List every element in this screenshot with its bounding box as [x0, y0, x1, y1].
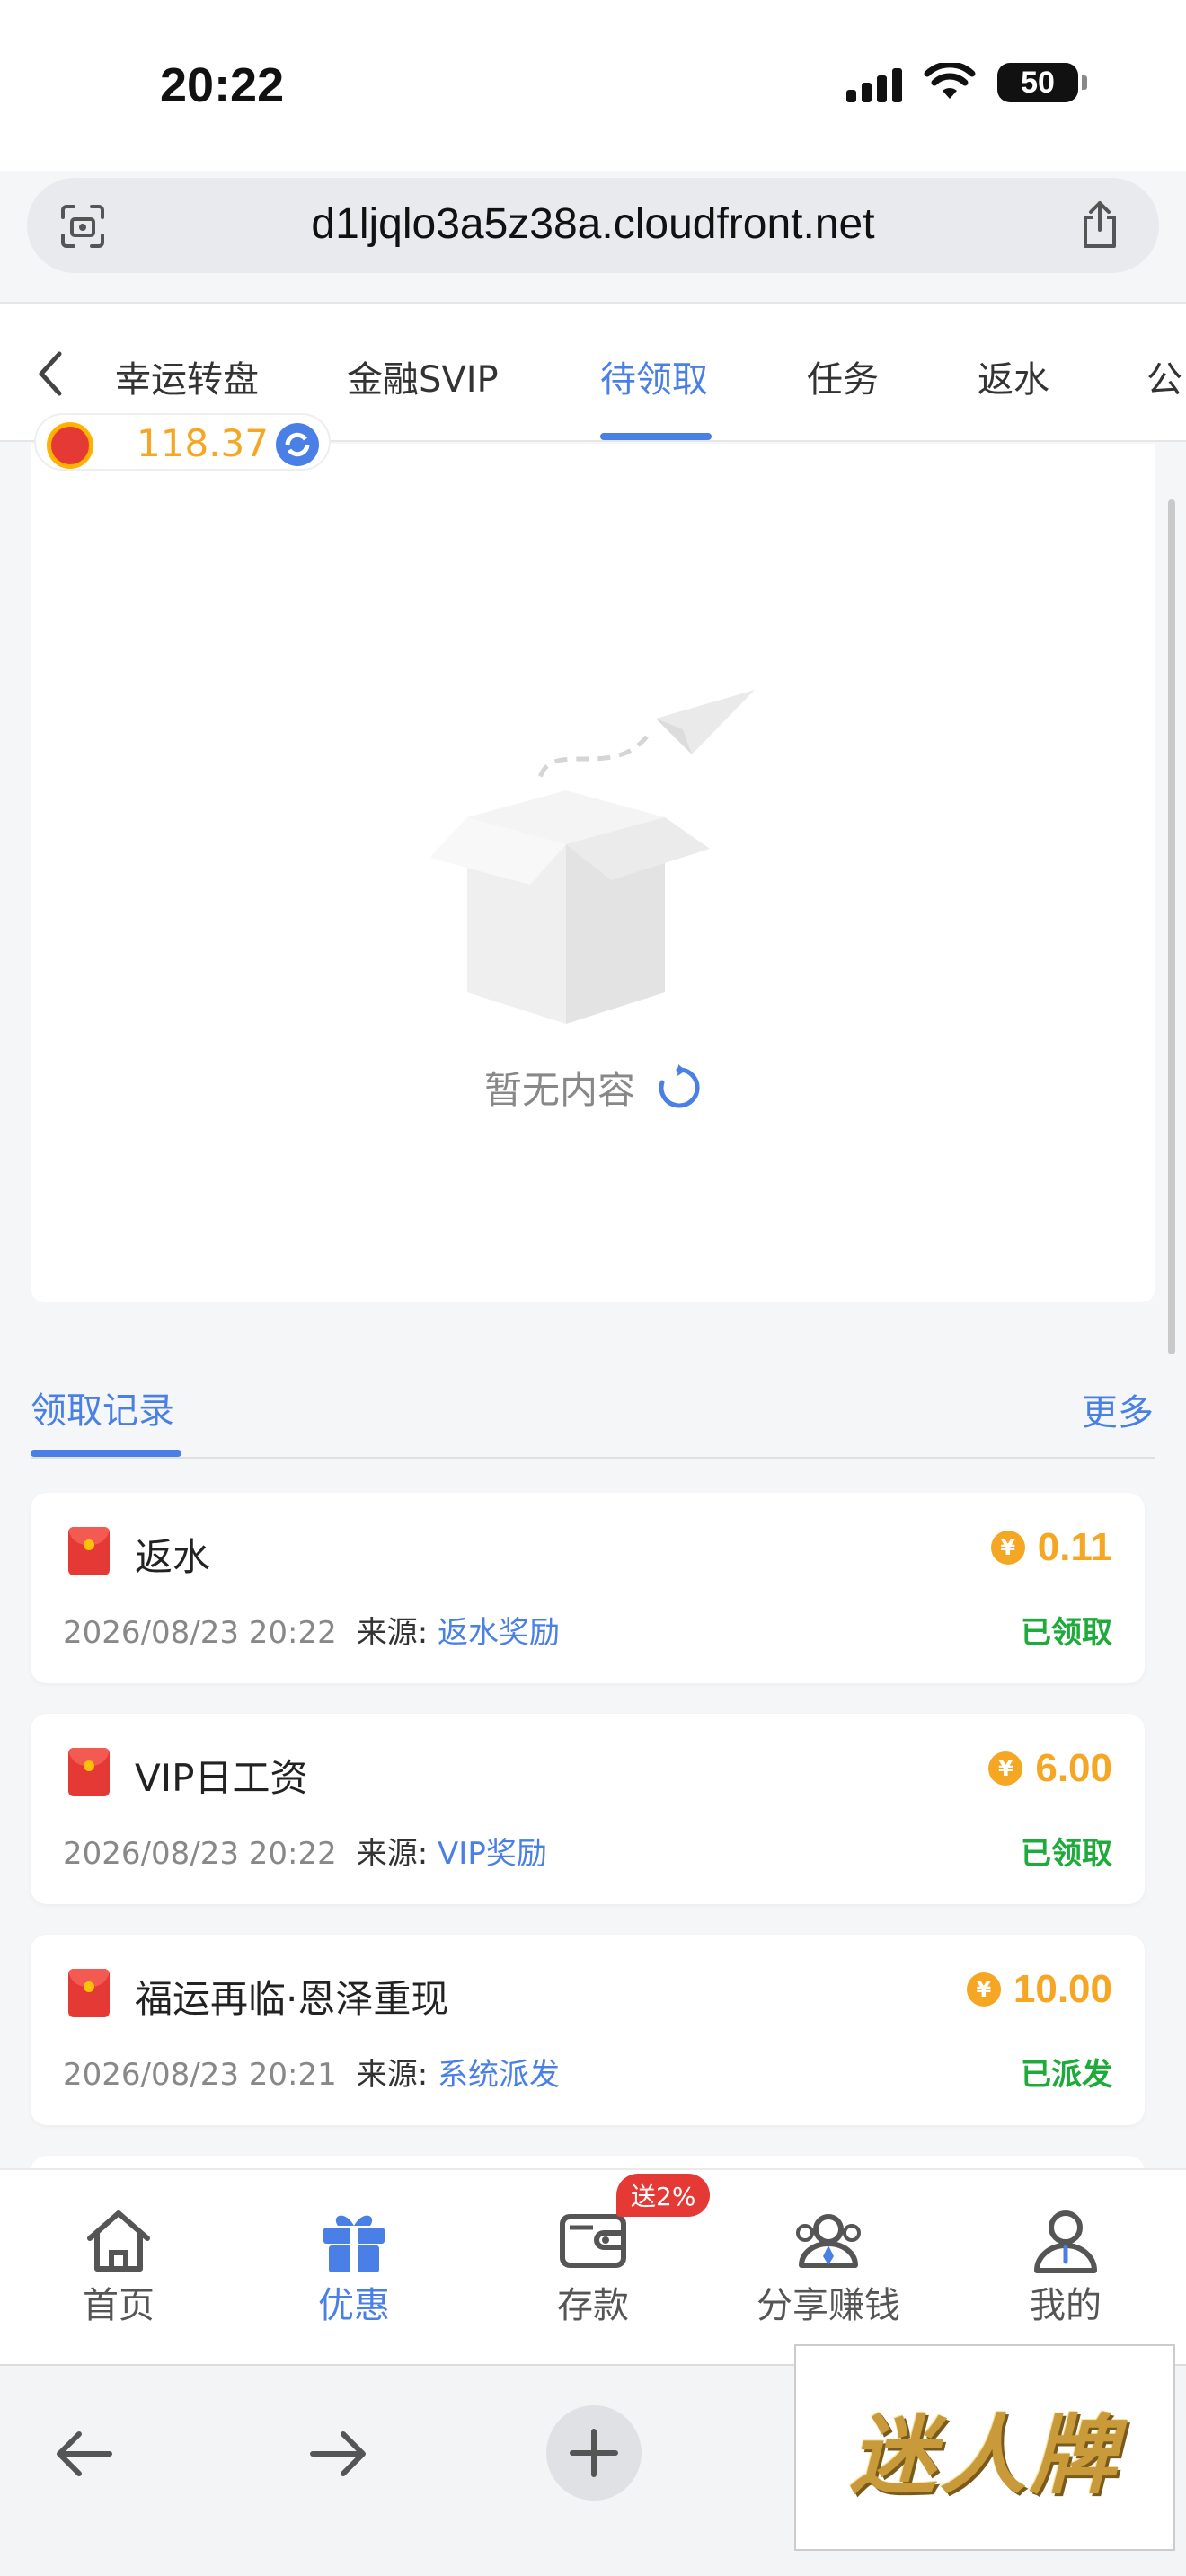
nav-share-earn-label: 分享赚钱 — [757, 2285, 900, 2326]
battery-icon: 50 — [997, 63, 1087, 102]
nav-home-label: 首页 — [83, 2285, 155, 2326]
forward-arrow-icon[interactable] — [305, 2422, 370, 2486]
record-source-label: 来源: — [356, 1615, 429, 1651]
ad-logo-text: 迷人牌 — [850, 2404, 1120, 2506]
yuan-coin-icon: ¥ — [966, 1972, 1001, 2007]
record-status: 已派发 — [1021, 2057, 1112, 2093]
nav-promotions[interactable]: 优惠 — [264, 2206, 444, 2328]
gift-icon — [323, 2215, 385, 2272]
page-scrollbar[interactable] — [1168, 499, 1175, 1354]
yuan-coin-icon: ¥ — [990, 1531, 1025, 1565]
url-text: d1ljqlo3a5z38a.cloudfront.net — [311, 200, 875, 248]
record-card[interactable]: 福运再临·恩泽重现 ¥ 10.00 2026/08/23 20:21 来源: 系统… — [31, 1935, 1145, 2125]
active-tab-indicator — [600, 433, 712, 440]
address-bar[interactable]: d1ljqlo3a5z38a.cloudfront.net — [27, 178, 1159, 273]
record-card[interactable]: 返水 ¥ 0.11 2026/08/23 20:22 来源: 返水奖励 已领取 — [31, 1493, 1145, 1683]
tab-tasks[interactable]: 任务 — [807, 350, 879, 402]
nav-home[interactable]: 首页 — [29, 2206, 208, 2328]
deposit-bonus-badge: 送2% — [616, 2174, 711, 2217]
records-title[interactable]: 领取记录 — [31, 1381, 174, 1434]
tab-more[interactable]: 公 — [1146, 350, 1182, 402]
record-time: 2026/08/23 20:22 — [63, 1836, 337, 1872]
record-meta: 2026/08/23 20:22 来源: VIP奖励 — [63, 1829, 547, 1873]
record-source-label: 来源: — [356, 2057, 429, 2093]
record-amount: ¥ 0.11 — [990, 1525, 1112, 1570]
balance-value: 118.37 — [137, 419, 269, 469]
empty-box-illustration — [431, 690, 755, 1024]
tab-lucky-wheel[interactable]: 幸运转盘 — [97, 350, 259, 402]
record-amount-value: 6.00 — [1035, 1746, 1112, 1790]
reload-icon[interactable] — [655, 1063, 702, 1111]
records-divider — [31, 1457, 1155, 1459]
back-arrow-icon[interactable] — [52, 2422, 117, 2486]
records-more-link[interactable]: 更多 — [1082, 1383, 1154, 1435]
nav-deposit[interactable]: 存款 — [503, 2206, 683, 2328]
record-source: VIP奖励 — [438, 1836, 547, 1872]
record-source: 系统派发 — [438, 2057, 561, 2093]
new-tab-button[interactable] — [546, 2405, 642, 2501]
record-meta: 2026/08/23 20:22 来源: 返水奖励 — [63, 1608, 560, 1652]
nav-promotions-label: 优惠 — [318, 2285, 390, 2326]
tab-pending[interactable]: 待领取 — [600, 350, 708, 402]
nav-profile[interactable]: 我的 — [976, 2206, 1155, 2328]
share-icon[interactable] — [1076, 199, 1123, 250]
ad-banner[interactable]: 迷人牌 — [794, 2344, 1175, 2551]
chevron-left-icon[interactable] — [32, 348, 68, 399]
coin-icon — [47, 422, 93, 469]
red-envelope-icon — [68, 1748, 110, 1796]
empty-state-text: 暂无内容 — [483, 1068, 635, 1112]
record-title: 福运再临·恩泽重现 — [135, 1977, 449, 2021]
nav-profile-label: 我的 — [1030, 2285, 1102, 2326]
yuan-coin-icon: ¥ — [988, 1751, 1023, 1786]
status-bar: 20:22 50 — [0, 0, 1186, 171]
record-title: 返水 — [135, 1535, 211, 1579]
red-envelope-icon — [68, 1969, 110, 2017]
red-envelope-icon — [68, 1527, 110, 1575]
share-earn-icon — [796, 2214, 861, 2268]
refresh-icon[interactable] — [273, 420, 322, 469]
record-title: VIP日工资 — [135, 1756, 308, 1800]
record-time: 2026/08/23 20:21 — [63, 2057, 337, 2093]
record-amount-value: 10.00 — [1013, 1967, 1112, 2011]
record-amount: ¥ 10.00 — [966, 1967, 1112, 2012]
nav-deposit-label: 存款 — [557, 2285, 629, 2326]
records-tab-indicator — [31, 1450, 181, 1457]
status-time: 20:22 — [160, 58, 285, 112]
record-status: 已领取 — [1021, 1836, 1112, 1872]
signal-icon — [846, 63, 902, 102]
plus-icon — [570, 2429, 618, 2477]
tab-finance-svip[interactable]: 金融SVIP — [347, 350, 499, 402]
status-icons: 50 — [846, 63, 1087, 102]
record-amount: ¥ 6.00 — [988, 1746, 1112, 1791]
nav-share-earn[interactable]: 分享赚钱 — [739, 2206, 918, 2328]
bottom-nav: 首页 优惠 存款 分享赚钱 我的 — [0, 2168, 1186, 2364]
record-source-label: 来源: — [356, 1836, 429, 1872]
record-card[interactable]: VIP日工资 ¥ 6.00 2026/08/23 20:22 来源: VIP奖励 … — [31, 1714, 1145, 1904]
record-source: 返水奖励 — [438, 1615, 561, 1651]
tab-rebate[interactable]: 返水 — [978, 350, 1049, 402]
home-icon — [87, 2210, 150, 2272]
record-time: 2026/08/23 20:22 — [63, 1615, 337, 1651]
record-status: 已领取 — [1021, 1615, 1112, 1651]
record-meta: 2026/08/23 20:21 来源: 系统派发 — [63, 2050, 560, 2094]
record-amount-value: 0.11 — [1037, 1525, 1112, 1569]
user-icon — [1034, 2210, 1097, 2273]
wifi-icon — [924, 63, 976, 99]
empty-state: 暂无内容 — [0, 1060, 1186, 1115]
balance-widget[interactable]: 118.37 — [34, 413, 331, 471]
